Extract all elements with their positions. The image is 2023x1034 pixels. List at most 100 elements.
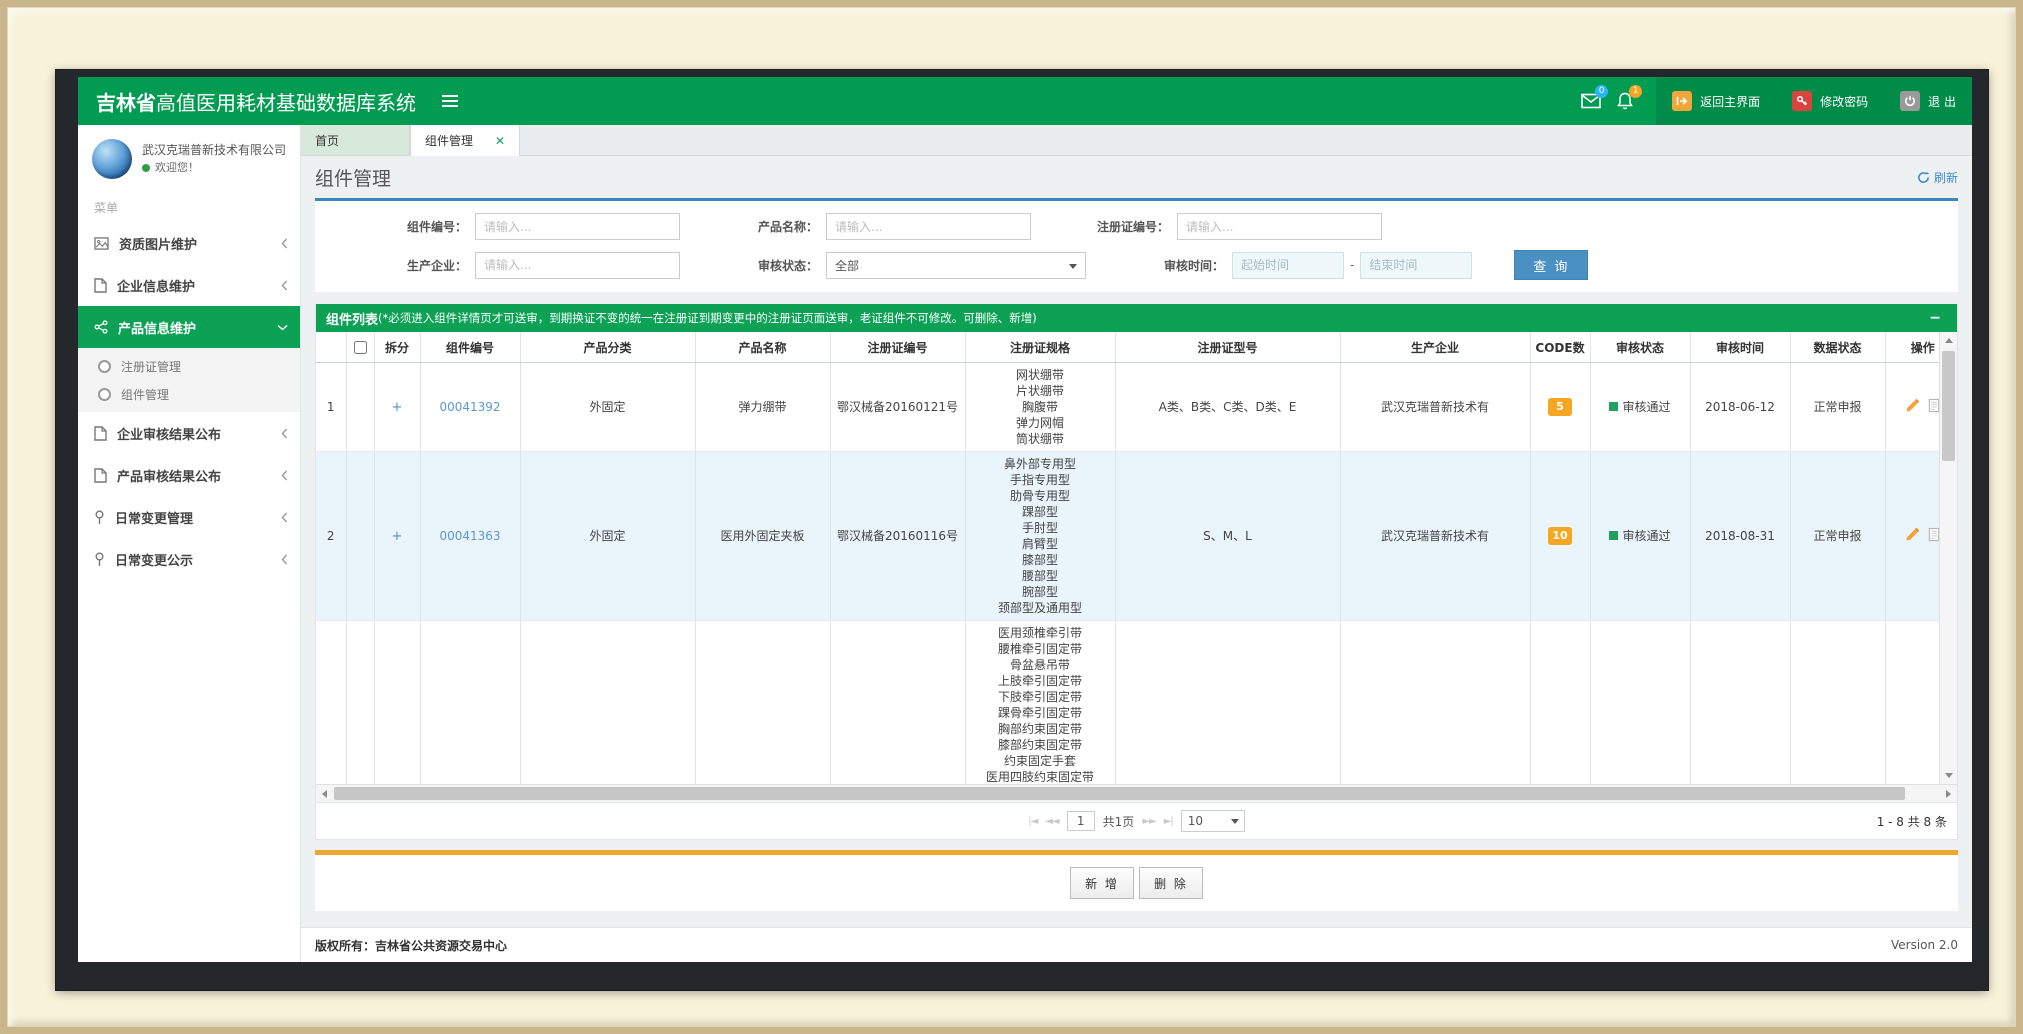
scroll-left-arrow[interactable] bbox=[316, 785, 333, 802]
chevron-left-icon bbox=[281, 280, 288, 291]
sidebar-item-component-management[interactable]: 组件管理 bbox=[78, 380, 300, 408]
caret-down-icon bbox=[1231, 819, 1239, 824]
query-button[interactable]: 查 询 bbox=[1514, 250, 1588, 280]
change-password-button[interactable]: 修改密码 bbox=[1776, 77, 1884, 125]
menu-toggle-icon[interactable] bbox=[442, 95, 458, 107]
cell-audit-date: 2018-06-12 bbox=[1690, 363, 1790, 452]
cert-no-input[interactable] bbox=[1177, 213, 1382, 240]
table-header-row: 拆分 组件编号 产品分类 产品名称 注册证编号 注册证规格 注册证型号 生产企业 bbox=[316, 332, 1939, 363]
horizontal-scrollbar[interactable] bbox=[316, 784, 1957, 802]
page-size-select[interactable]: 10 bbox=[1181, 810, 1245, 832]
list-title: 组件列表 bbox=[326, 309, 378, 328]
user-card: 武汉克瑞普新技术有限公司 欢迎您！ bbox=[78, 125, 300, 189]
bell-badge: 1 bbox=[1629, 85, 1642, 98]
sidebar-item-cert-management[interactable]: 注册证管理 bbox=[78, 352, 300, 380]
sidebar-item-product-info[interactable]: 产品信息维护 bbox=[78, 306, 300, 348]
chevron-left-icon bbox=[281, 470, 288, 481]
caret-down-icon bbox=[1069, 264, 1077, 269]
chevron-left-icon bbox=[281, 428, 288, 439]
document-icon[interactable] bbox=[1928, 398, 1939, 413]
expand-row-button[interactable]: + bbox=[392, 400, 403, 415]
component-no-input[interactable] bbox=[475, 213, 680, 240]
cell-audit-date: 2018-08-31 bbox=[1690, 452, 1790, 621]
edit-icon[interactable] bbox=[1905, 398, 1920, 413]
refresh-button[interactable]: 刷新 bbox=[1917, 169, 1958, 186]
cert-no-label: 注册证编号： bbox=[1077, 218, 1169, 235]
component-list-panel: 组件列表 (*必须进入组件详情页才可送审，到期换证不变的统一在注册证到期变更中的… bbox=[315, 304, 1958, 840]
welcome-text: 欢迎您！ bbox=[155, 159, 199, 177]
cell-product-name: 医用外固定夹板 bbox=[695, 452, 830, 621]
avatar bbox=[92, 139, 132, 179]
mail-icon[interactable]: 0 bbox=[1574, 84, 1608, 118]
tab-bar: 首页 组件管理 ✕ bbox=[301, 125, 1972, 156]
delete-button[interactable]: 删 除 bbox=[1139, 867, 1203, 899]
tab-component-management[interactable]: 组件管理 ✕ bbox=[410, 125, 520, 156]
online-dot bbox=[142, 164, 150, 172]
chevron-left-icon bbox=[281, 512, 288, 523]
scroll-down-arrow[interactable] bbox=[1940, 767, 1957, 784]
list-note: (*必须进入组件详情页才可送审，到期换证不变的统一在注册证到期变更中的注册证页面… bbox=[378, 310, 1037, 326]
desktop-background: 吉林省高值医用耗材基础数据库系统 0 1 返回主界面 bbox=[56, 70, 1988, 990]
page-number-input[interactable]: 1 bbox=[1067, 811, 1095, 831]
scroll-right-arrow[interactable] bbox=[1940, 785, 1957, 802]
collapse-panel-icon[interactable]: − bbox=[1923, 310, 1947, 326]
company-name: 武汉克瑞普新技术有限公司 bbox=[142, 141, 286, 159]
bell-icon[interactable]: 1 bbox=[1608, 84, 1642, 118]
app-window: 吉林省高值医用耗材基础数据库系统 0 1 返回主界面 bbox=[78, 77, 1972, 962]
row-number: 2 bbox=[316, 452, 346, 621]
cell-audit-date bbox=[1690, 621, 1790, 785]
vertical-scrollbar[interactable] bbox=[1939, 332, 1957, 784]
last-page-button[interactable]: ►| bbox=[1164, 816, 1173, 827]
component-no-label: 组件编号： bbox=[375, 218, 467, 235]
component-no-link[interactable]: 00041392 bbox=[439, 400, 500, 414]
list-title-bar: 组件列表 (*必须进入组件详情页才可送审，到期换证不变的统一在注册证到期变更中的… bbox=[316, 304, 1957, 332]
app-title: 吉林省高值医用耗材基础数据库系统 bbox=[78, 87, 416, 116]
audit-status-label: 审核状态： bbox=[726, 257, 818, 274]
sidebar-item-daily-change-management[interactable]: 日常变更管理 bbox=[78, 496, 300, 538]
cell-category: 外固定 bbox=[520, 363, 695, 452]
table-row: 医用颈椎牵引带 腰椎牵引固定带 骨盆悬吊带 上肢牵引固定带 下肢牵引固定带 踝骨… bbox=[316, 621, 1939, 785]
document-icon[interactable] bbox=[1928, 527, 1939, 542]
next-page-button[interactable]: ►► bbox=[1142, 816, 1155, 827]
sidebar-item-qualification-images[interactable]: 资质图片维护 bbox=[78, 222, 300, 264]
cell-data-status bbox=[1790, 621, 1885, 785]
return-main-button[interactable]: 返回主界面 bbox=[1656, 77, 1776, 125]
sidebar-item-enterprise-info[interactable]: 企业信息维护 bbox=[78, 264, 300, 306]
sidebar-item-enterprise-audit-results[interactable]: 企业审核结果公布 bbox=[78, 412, 300, 454]
chevron-down-icon bbox=[277, 324, 288, 331]
total-pages-label: 共1页 bbox=[1103, 813, 1135, 830]
audit-time-start-input[interactable] bbox=[1232, 252, 1344, 279]
edit-icon[interactable] bbox=[1905, 527, 1920, 542]
first-page-button[interactable]: |◄ bbox=[1028, 816, 1037, 827]
manufacturer-input[interactable] bbox=[475, 252, 680, 279]
cell-manufacturer bbox=[1340, 621, 1530, 785]
audit-status-select[interactable]: 全部 bbox=[826, 252, 1086, 279]
add-button[interactable]: 新 增 bbox=[1070, 867, 1134, 899]
sidebar-item-daily-change-publicity[interactable]: 日常变更公示 bbox=[78, 538, 300, 580]
horizontal-scroll-thumb[interactable] bbox=[334, 787, 1905, 800]
component-table: 拆分 组件编号 产品分类 产品名称 注册证编号 注册证规格 注册证型号 生产企业 bbox=[316, 332, 1939, 784]
tab-home[interactable]: 首页 bbox=[301, 125, 410, 155]
prev-page-button[interactable]: ◄◄ bbox=[1045, 816, 1058, 827]
return-icon bbox=[1672, 91, 1692, 111]
audit-time-end-input[interactable] bbox=[1360, 252, 1472, 279]
expand-row-button[interactable]: + bbox=[392, 529, 403, 544]
row-number: 1 bbox=[316, 363, 346, 452]
app-header: 吉林省高值医用耗材基础数据库系统 0 1 返回主界面 bbox=[78, 77, 1972, 125]
scroll-up-arrow[interactable] bbox=[1940, 332, 1957, 349]
select-all-checkbox[interactable] bbox=[354, 341, 367, 354]
close-tab-icon[interactable]: ✕ bbox=[495, 134, 505, 148]
image-icon bbox=[94, 237, 109, 250]
product-name-input[interactable] bbox=[826, 213, 1031, 240]
file-icon bbox=[94, 278, 107, 293]
cell-product-name: 弹力绷带 bbox=[695, 363, 830, 452]
pagination-bar: |◄ ◄◄ 1 共1页 ►► ►| 10 1 - 8 共 8 条 bbox=[316, 802, 1957, 839]
cell-data-status: 正常申报 bbox=[1790, 363, 1885, 452]
vertical-scroll-thumb[interactable] bbox=[1942, 351, 1955, 461]
cell-models bbox=[1115, 621, 1340, 785]
component-no-link[interactable]: 00041363 bbox=[439, 529, 500, 543]
sidebar-item-product-audit-results[interactable]: 产品审核结果公布 bbox=[78, 454, 300, 496]
date-range-separator: - bbox=[1350, 258, 1354, 272]
status-square-icon bbox=[1609, 531, 1618, 540]
logout-button[interactable]: 退 出 bbox=[1884, 77, 1972, 125]
